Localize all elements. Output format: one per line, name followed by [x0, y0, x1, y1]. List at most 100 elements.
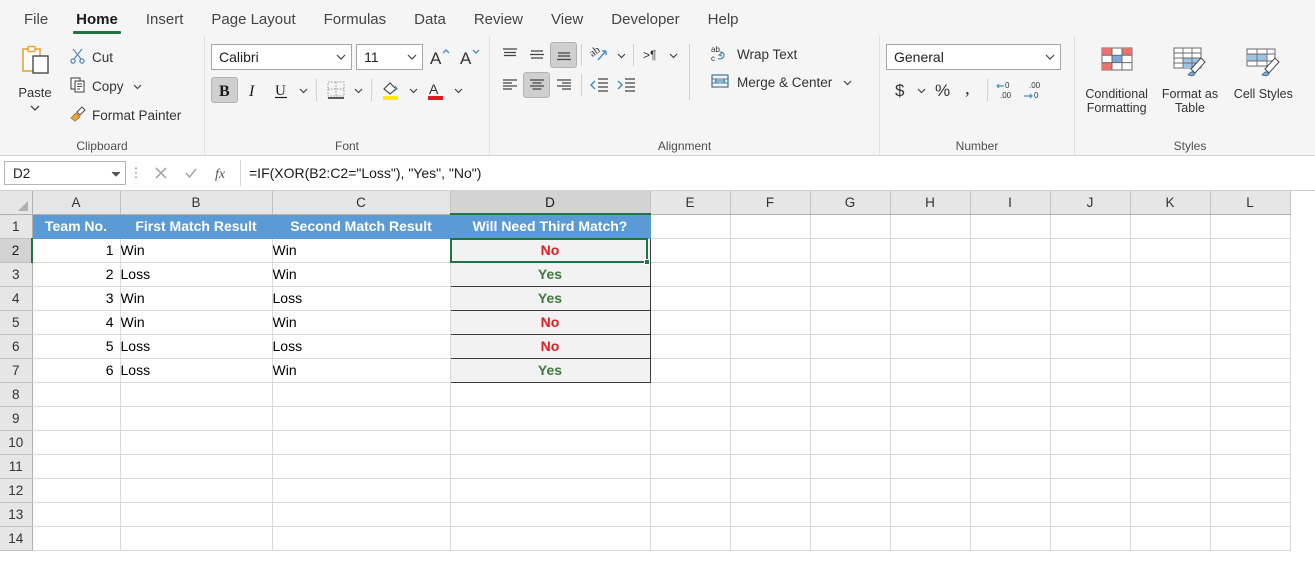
cell-j3[interactable]: [1050, 262, 1131, 287]
cell-f6[interactable]: [730, 334, 811, 359]
align-left-button[interactable]: [496, 72, 523, 98]
cell-l5[interactable]: [1210, 310, 1291, 335]
cell-h6[interactable]: [890, 334, 971, 359]
cell-e13[interactable]: [650, 502, 731, 527]
row-header-9[interactable]: 9: [0, 406, 33, 431]
tab-page-layout[interactable]: Page Layout: [197, 7, 309, 35]
cell-l8[interactable]: [1210, 382, 1291, 407]
cell-j14[interactable]: [1050, 526, 1131, 551]
row-header-3[interactable]: 3: [0, 262, 33, 287]
row-header-8[interactable]: 8: [0, 382, 33, 407]
cell-l4[interactable]: [1210, 286, 1291, 311]
cell-e9[interactable]: [650, 406, 731, 431]
cell-g3[interactable]: [810, 262, 891, 287]
confirm-formula-button[interactable]: [176, 160, 206, 186]
cell-e1[interactable]: [650, 214, 731, 239]
number-format-select[interactable]: General: [886, 44, 1061, 70]
formula-input[interactable]: =IF(XOR(B2:C2="Loss"), "Yes", "No"): [240, 160, 1311, 186]
tab-developer[interactable]: Developer: [597, 7, 693, 35]
cell-k6[interactable]: [1130, 334, 1211, 359]
align-top-button[interactable]: [496, 42, 523, 68]
cell-b3[interactable]: Loss: [120, 262, 273, 287]
decrease-font-size-button[interactable]: A: [457, 44, 483, 70]
column-header-d[interactable]: D: [450, 191, 651, 215]
cell-j10[interactable]: [1050, 430, 1131, 455]
cell-b1[interactable]: First Match Result: [120, 214, 273, 239]
cell-k4[interactable]: [1130, 286, 1211, 311]
insert-function-icon[interactable]: fx: [206, 160, 236, 186]
cell-d6[interactable]: No: [449, 333, 651, 359]
cell-l12[interactable]: [1210, 478, 1291, 503]
cell-c1[interactable]: Second Match Result: [272, 214, 451, 239]
fill-handle[interactable]: [644, 259, 650, 265]
cell-j6[interactable]: [1050, 334, 1131, 359]
cell-j5[interactable]: [1050, 310, 1131, 335]
cell-a3[interactable]: 2: [32, 262, 121, 287]
underline-chevron-down-icon[interactable]: [295, 77, 311, 103]
cell-l14[interactable]: [1210, 526, 1291, 551]
cell-g9[interactable]: [810, 406, 891, 431]
cancel-formula-button[interactable]: [146, 160, 176, 186]
cell-g1[interactable]: [810, 214, 891, 239]
cell-i5[interactable]: [970, 310, 1051, 335]
cell-c10[interactable]: [272, 430, 451, 455]
font-color-chevron-down-icon[interactable]: [450, 77, 466, 103]
column-header-k[interactable]: K: [1130, 191, 1211, 215]
cell-d3[interactable]: Yes: [449, 261, 651, 287]
cell-h1[interactable]: [890, 214, 971, 239]
font-size-select[interactable]: 11: [356, 44, 423, 70]
percent-format-button[interactable]: %: [929, 77, 956, 103]
cell-k12[interactable]: [1130, 478, 1211, 503]
cell-b14[interactable]: [120, 526, 273, 551]
cell-e3[interactable]: [650, 262, 731, 287]
cell-j2[interactable]: [1050, 238, 1131, 263]
cell-h13[interactable]: [890, 502, 971, 527]
conditional-formatting-button[interactable]: Conditional Formatting: [1081, 42, 1152, 115]
cell-l2[interactable]: [1210, 238, 1291, 263]
cell-d2[interactable]: No: [449, 237, 651, 263]
cell-a7[interactable]: 6: [32, 358, 121, 383]
cell-b8[interactable]: [120, 382, 273, 407]
cell-k2[interactable]: [1130, 238, 1211, 263]
cell-l9[interactable]: [1210, 406, 1291, 431]
column-header-g[interactable]: G: [810, 191, 891, 215]
row-header-11[interactable]: 11: [0, 454, 33, 479]
cell-h2[interactable]: [890, 238, 971, 263]
cell-j13[interactable]: [1050, 502, 1131, 527]
column-header-i[interactable]: I: [970, 191, 1051, 215]
cut-button[interactable]: Cut: [64, 45, 186, 69]
cell-k9[interactable]: [1130, 406, 1211, 431]
cell-b5[interactable]: Win: [120, 310, 273, 335]
row-header-6[interactable]: 6: [0, 334, 33, 359]
cell-g4[interactable]: [810, 286, 891, 311]
indent-settings-chevron-down-icon[interactable]: [665, 42, 681, 68]
cell-f5[interactable]: [730, 310, 811, 335]
cell-h5[interactable]: [890, 310, 971, 335]
paste-chevron-down-icon[interactable]: [29, 100, 41, 118]
column-header-e[interactable]: E: [650, 191, 731, 215]
cell-g6[interactable]: [810, 334, 891, 359]
cell-a9[interactable]: [32, 406, 121, 431]
accounting-format-chevron-down-icon[interactable]: [913, 77, 929, 103]
format-painter-button[interactable]: Format Painter: [64, 103, 186, 127]
row-header-14[interactable]: 14: [0, 526, 33, 551]
cell-h9[interactable]: [890, 406, 971, 431]
cell-e6[interactable]: [650, 334, 731, 359]
cell-a14[interactable]: [32, 526, 121, 551]
wrap-text-button[interactable]: ab c Wrap Text: [704, 40, 861, 68]
underline-button[interactable]: U: [267, 77, 294, 103]
cell-b12[interactable]: [120, 478, 273, 503]
cell-f14[interactable]: [730, 526, 811, 551]
cell-i9[interactable]: [970, 406, 1051, 431]
cell-j7[interactable]: [1050, 358, 1131, 383]
decrease-indent-button[interactable]: [586, 72, 613, 98]
cell-b2[interactable]: Win: [120, 238, 273, 263]
column-header-l[interactable]: L: [1210, 191, 1291, 215]
cell-k10[interactable]: [1130, 430, 1211, 455]
orientation-button[interactable]: ab: [586, 42, 613, 68]
cell-f7[interactable]: [730, 358, 811, 383]
cell-i2[interactable]: [970, 238, 1051, 263]
cell-f3[interactable]: [730, 262, 811, 287]
borders-button[interactable]: [322, 77, 349, 103]
cell-a8[interactable]: [32, 382, 121, 407]
